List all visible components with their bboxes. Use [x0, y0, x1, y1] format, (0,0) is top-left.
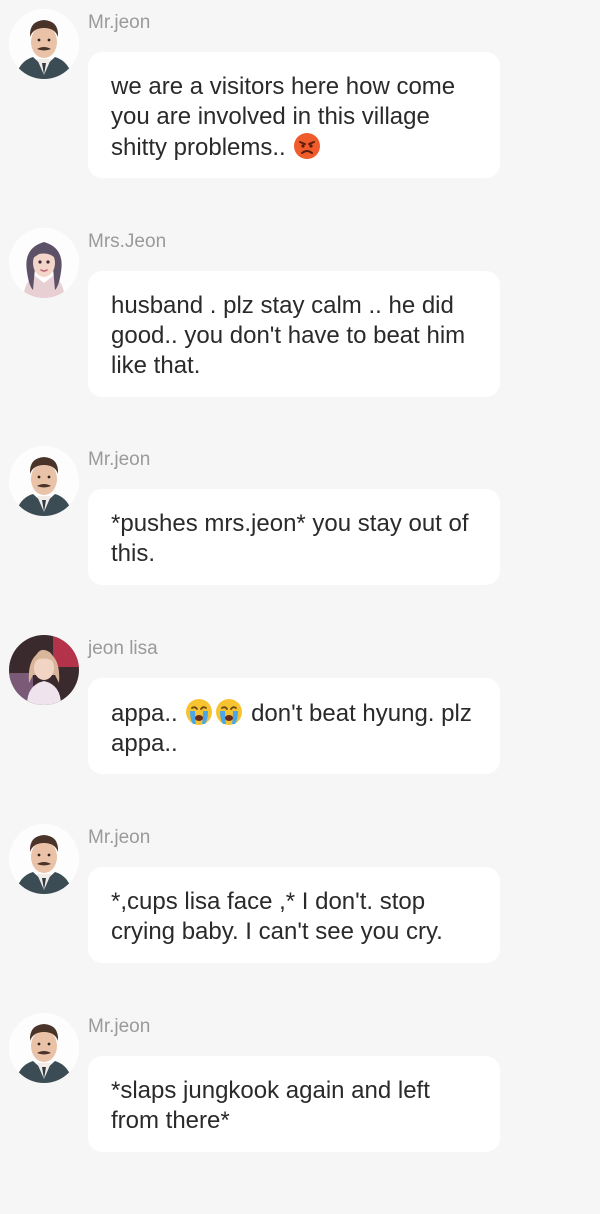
mr-jeon-avatar[interactable]	[9, 446, 79, 516]
chat-message: Mr.jeon *slaps jungkook again and left f…	[0, 1004, 600, 1164]
chat-message: jeon lisa appa.. don't beat hyung. plz a…	[0, 626, 600, 786]
message-text: husband . plz stay calm .. he did good..…	[111, 292, 466, 379]
mr-jeon-avatar[interactable]	[9, 824, 79, 894]
man-portrait-icon	[9, 446, 79, 516]
sender-name: jeon lisa	[88, 638, 158, 659]
sender-name: Mr.jeon	[88, 449, 151, 470]
message-text: *pushes mrs.jeon* you stay out of this.	[111, 510, 469, 567]
message-bubble[interactable]: *pushes mrs.jeon* you stay out of this.	[88, 489, 500, 585]
crying-face-icon	[185, 698, 213, 726]
message-text: *,cups lisa face ,* I don't. stop crying…	[111, 888, 443, 945]
woman-portrait-icon	[9, 228, 79, 298]
man-portrait-icon	[9, 1013, 79, 1083]
photo-avatar-icon	[9, 635, 79, 705]
message-text: appa..	[111, 700, 185, 727]
chat-message: Mr.jeon we are a visitors here how come …	[0, 0, 600, 190]
mrs-jeon-avatar[interactable]	[9, 228, 79, 298]
message-bubble[interactable]: husband . plz stay calm .. he did good..…	[88, 271, 500, 397]
message-bubble[interactable]: *,cups lisa face ,* I don't. stop crying…	[88, 867, 500, 963]
angry-face-icon	[293, 132, 321, 160]
crying-face-icon	[215, 698, 243, 726]
mr-jeon-avatar[interactable]	[9, 9, 79, 79]
mr-jeon-avatar[interactable]	[9, 1013, 79, 1083]
man-portrait-icon	[9, 824, 79, 894]
message-bubble[interactable]: we are a visitors here how come you are …	[88, 52, 500, 178]
sender-name: Mr.jeon	[88, 12, 151, 33]
message-text: *slaps jungkook again and left from ther…	[111, 1077, 430, 1134]
sender-name: Mrs.Jeon	[88, 231, 167, 252]
message-bubble[interactable]: appa.. don't beat hyung. plz appa..	[88, 678, 500, 774]
sender-name: Mr.jeon	[88, 827, 151, 848]
sender-name: Mr.jeon	[88, 1016, 151, 1037]
man-portrait-icon	[9, 9, 79, 79]
chat-message: Mr.jeon *,cups lisa face ,* I don't. sto…	[0, 815, 600, 975]
chat-message: Mrs.Jeon husband . plz stay calm .. he d…	[0, 219, 600, 409]
jeon-lisa-avatar[interactable]	[9, 635, 79, 705]
chat-message: Mr.jeon *pushes mrs.jeon* you stay out o…	[0, 437, 600, 597]
message-bubble[interactable]: *slaps jungkook again and left from ther…	[88, 1056, 500, 1152]
message-text: we are a visitors here how come you are …	[111, 73, 456, 161]
chat-feed: Mr.jeon we are a visitors here how come …	[0, 0, 600, 1214]
